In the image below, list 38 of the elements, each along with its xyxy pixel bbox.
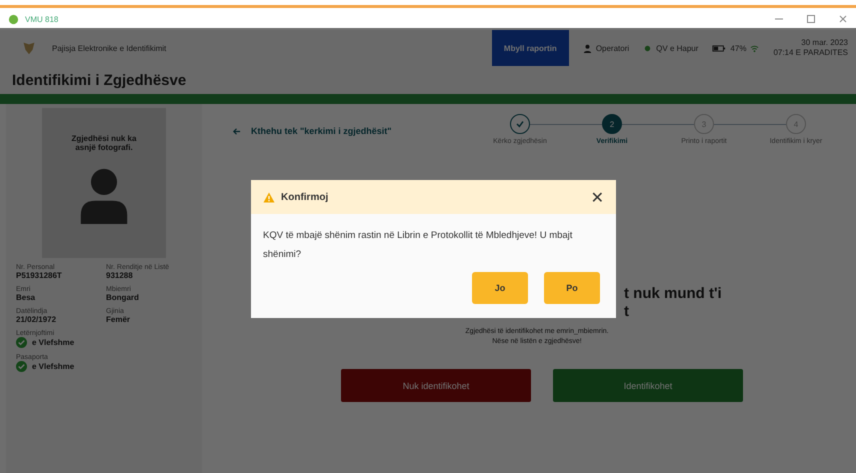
wifi-icon [750,44,760,52]
field-value: P51931286T [16,271,63,280]
field-value: 21/02/1972 [16,315,58,324]
status-dot-icon [643,44,652,52]
back-link[interactable]: Kthehu tek "kerkimi i zgjedhësit" [232,126,392,136]
verification-heading: t [624,303,629,321]
user-icon [582,44,592,52]
maximize-icon[interactable] [806,14,816,24]
page-title: Identifikimi i Zgjedhësve [12,72,186,88]
close-icon[interactable] [838,14,848,24]
app-name: Pajisja Elektronike e Identifikimit [52,44,166,52]
window-title: VMU 818 [25,14,58,24]
photo-note: Zgjedhësi nuk ka asnjë fotografi. [70,134,138,152]
field-value: Bongard [106,293,140,302]
dialog-button[interactable]: Jo [472,272,528,304]
app-icon [8,14,19,24]
dialog-button[interactable]: Po [544,272,600,304]
close-button[interactable]: ✕ [590,188,604,206]
dialog-message: KQV të mbajë shënim rastin në Librin e Protokollit të Mbledhjeve! U mbajt shënimi? [263,230,572,260]
back-arrow-icon [232,126,241,136]
field-value: Femër [106,315,132,324]
battery-icon [712,44,726,52]
verification-heading: t nuk mund t'i [624,285,722,303]
step-marker: 2 [602,114,622,134]
battery-level: 47% [730,44,746,52]
report-button[interactable]: Mbyll raportin [492,30,569,66]
station-status: QV e Hapur [656,44,698,52]
field-value: Besa [16,293,36,302]
document-status: e Vlefshme [32,362,74,371]
reject-button[interactable]: Nuk identifikohet [341,369,531,402]
operator-label: Operatori [596,44,630,52]
time-text: 07:14 E PARADITES [773,48,848,58]
document-status: e Vlefshme [32,338,74,347]
date-text: 30 mar. 2023 [801,38,848,48]
dialog-title: Konfirmoj [281,192,328,202]
accept-button[interactable]: Identifikohet [553,369,743,402]
field-value: 931288 [106,271,134,280]
warning-icon [263,192,275,202]
